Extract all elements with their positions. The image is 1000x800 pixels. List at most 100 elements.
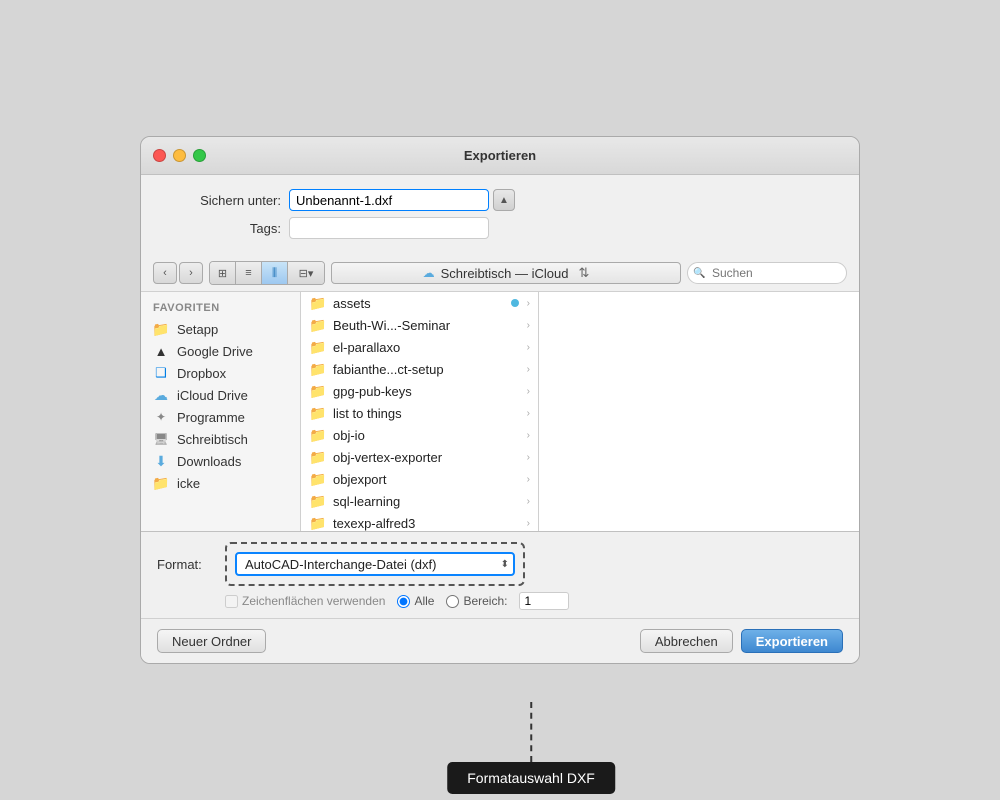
file-name: obj-io [333, 428, 523, 443]
annotation-box: Formatauswahl DXF [447, 762, 615, 794]
filename-row: Sichern unter: ▲ [161, 189, 839, 211]
chevron-right-icon: › [527, 386, 530, 397]
desktop-background: Exportieren Sichern unter: ▲ Tags: [0, 0, 1000, 800]
traffic-lights [153, 149, 206, 162]
sidebar-item-label: Programme [177, 410, 245, 425]
view-buttons: ⊞ ≡ ⫼ ⊟▾ [209, 261, 325, 285]
chevron-up-icon: ▲ [499, 195, 509, 206]
radio-bereich-text: Bereich: [463, 594, 507, 608]
maximize-button[interactable] [193, 149, 206, 162]
content-area: Favoriten 📁 Setapp ▲ Google Drive ❑ Drop… [141, 292, 859, 532]
sidebar-item-schreibtisch[interactable]: 🖥 Schreibtisch [141, 428, 300, 450]
sidebar-item-dropbox[interactable]: ❑ Dropbox [141, 362, 300, 384]
forward-button[interactable]: › [179, 262, 203, 284]
sidebar-item-icke[interactable]: 📁 icke [141, 472, 300, 494]
forward-icon: › [189, 267, 193, 279]
file-item-objexport[interactable]: 📁 objexport › [301, 468, 538, 490]
folder-icon: 📁 [309, 493, 327, 509]
cancel-button[interactable]: Abbrechen [640, 629, 733, 653]
folder-icon: 📁 [309, 449, 327, 465]
export-dialog: Exportieren Sichern unter: ▲ Tags: [140, 136, 860, 664]
desktop-icon: 🖥 [153, 431, 169, 447]
location-text: Schreibtisch — iCloud [441, 266, 569, 281]
format-select-wrapper: AutoCAD-Interchange-Datei (dxf) PDF PNG … [235, 552, 515, 576]
sidebar-item-label: icke [177, 476, 200, 491]
file-item-gpg[interactable]: 📁 gpg-pub-keys › [301, 380, 538, 402]
file-item-list-to-things[interactable]: 📁 list to things › [301, 402, 538, 424]
file-name: objexport [333, 472, 523, 487]
sidebar: Favoriten 📁 Setapp ▲ Google Drive ❑ Drop… [141, 292, 301, 531]
chevron-right-icon: › [527, 364, 530, 375]
folder-icon: 📁 [309, 361, 327, 377]
chevron-right-icon: › [527, 320, 530, 331]
close-button[interactable] [153, 149, 166, 162]
checkbox-text: Zeichenflächen verwenden [242, 594, 385, 608]
radio-alle-label: Alle [397, 594, 434, 608]
file-name: texexp-alfred3 [333, 516, 523, 531]
format-section: Format: AutoCAD-Interchange-Datei (dxf) … [141, 532, 859, 619]
cloud-icon: ☁ [423, 266, 435, 280]
file-item-texexp[interactable]: 📁 texexp-alfred3 › [301, 512, 538, 531]
dropbox-icon: ❑ [153, 365, 169, 381]
export-button[interactable]: Exportieren [741, 629, 843, 653]
annotation-container: Formatauswahl DXF [487, 702, 615, 794]
annotation-line [530, 702, 532, 762]
format-label: Format: [157, 557, 217, 572]
file-item-obj-io[interactable]: 📁 obj-io › [301, 424, 538, 446]
search-input[interactable] [687, 262, 847, 284]
sidebar-section-label: Favoriten [141, 300, 300, 318]
file-item-assets[interactable]: 📁 assets › [301, 292, 538, 314]
save-label: Sichern unter: [161, 193, 281, 208]
dropdown-arrow-icon: ⇅ [578, 265, 589, 281]
folder-icon: 📁 [309, 405, 327, 421]
chevron-right-icon: › [527, 496, 530, 507]
sidebar-item-icloud-drive[interactable]: ☁ iCloud Drive [141, 384, 300, 406]
file-name: assets [333, 296, 511, 311]
column-view-button[interactable]: ⫼ [262, 262, 288, 284]
zeichenflaechen-checkbox[interactable] [225, 595, 238, 608]
format-select[interactable]: AutoCAD-Interchange-Datei (dxf) PDF PNG … [235, 552, 515, 576]
sidebar-item-programme[interactable]: ✦ Programme [141, 406, 300, 428]
file-list: 📁 assets › 📁 Beuth-Wi...-Seminar › 📁 el-… [301, 292, 539, 531]
minimize-button[interactable] [173, 149, 186, 162]
file-item-el-parallaxo[interactable]: 📁 el-parallaxo › [301, 336, 538, 358]
list-icon: ≡ [245, 267, 251, 279]
sidebar-item-label: Dropbox [177, 366, 226, 381]
chevron-right-icon: › [527, 452, 530, 463]
format-row: Format: AutoCAD-Interchange-Datei (dxf) … [157, 542, 843, 586]
folder-icon: 📁 [309, 471, 327, 487]
search-wrapper [687, 262, 847, 284]
radio-alle[interactable] [397, 595, 410, 608]
chevron-right-icon: › [527, 474, 530, 485]
file-name: list to things [333, 406, 523, 421]
list-view-button[interactable]: ≡ [236, 262, 262, 284]
sidebar-item-downloads[interactable]: ⬇ Downloads [141, 450, 300, 472]
sidebar-item-google-drive[interactable]: ▲ Google Drive [141, 340, 300, 362]
file-name: fabianthe...ct-setup [333, 362, 523, 377]
folder-icon: 📁 [309, 383, 327, 399]
location-dropdown[interactable]: ☁ Schreibtisch — iCloud ⇅ [331, 262, 681, 284]
file-name: Beuth-Wi...-Seminar [333, 318, 523, 333]
toolbar: ‹ › ⊞ ≡ ⫼ ⊟ [141, 255, 859, 292]
action-buttons: Abbrechen Exportieren [640, 629, 843, 653]
folder-icon: 📁 [309, 295, 327, 311]
downloads-icon: ⬇ [153, 453, 169, 469]
radio-bereich[interactable] [446, 595, 459, 608]
file-item-obj-vertex[interactable]: 📁 obj-vertex-exporter › [301, 446, 538, 468]
file-item-fabianthe[interactable]: 📁 fabianthe...ct-setup › [301, 358, 538, 380]
new-folder-button[interactable]: Neuer Ordner [157, 629, 266, 653]
gallery-view-button[interactable]: ⊟▾ [288, 262, 324, 284]
file-item-beuth[interactable]: 📁 Beuth-Wi...-Seminar › [301, 314, 538, 336]
tags-row: Tags: [161, 217, 839, 239]
folder-icon: 📁 [153, 321, 169, 337]
sidebar-item-label: iCloud Drive [177, 388, 248, 403]
tags-input[interactable] [289, 217, 489, 239]
bottom-bar: Neuer Ordner Abbrechen Exportieren [141, 619, 859, 663]
filename-input[interactable] [289, 189, 489, 211]
sidebar-item-setapp[interactable]: 📁 Setapp [141, 318, 300, 340]
icon-view-button[interactable]: ⊞ [210, 262, 236, 284]
file-item-sql[interactable]: 📁 sql-learning › [301, 490, 538, 512]
expand-button[interactable]: ▲ [493, 189, 515, 211]
back-button[interactable]: ‹ [153, 262, 177, 284]
range-input[interactable] [519, 592, 569, 610]
